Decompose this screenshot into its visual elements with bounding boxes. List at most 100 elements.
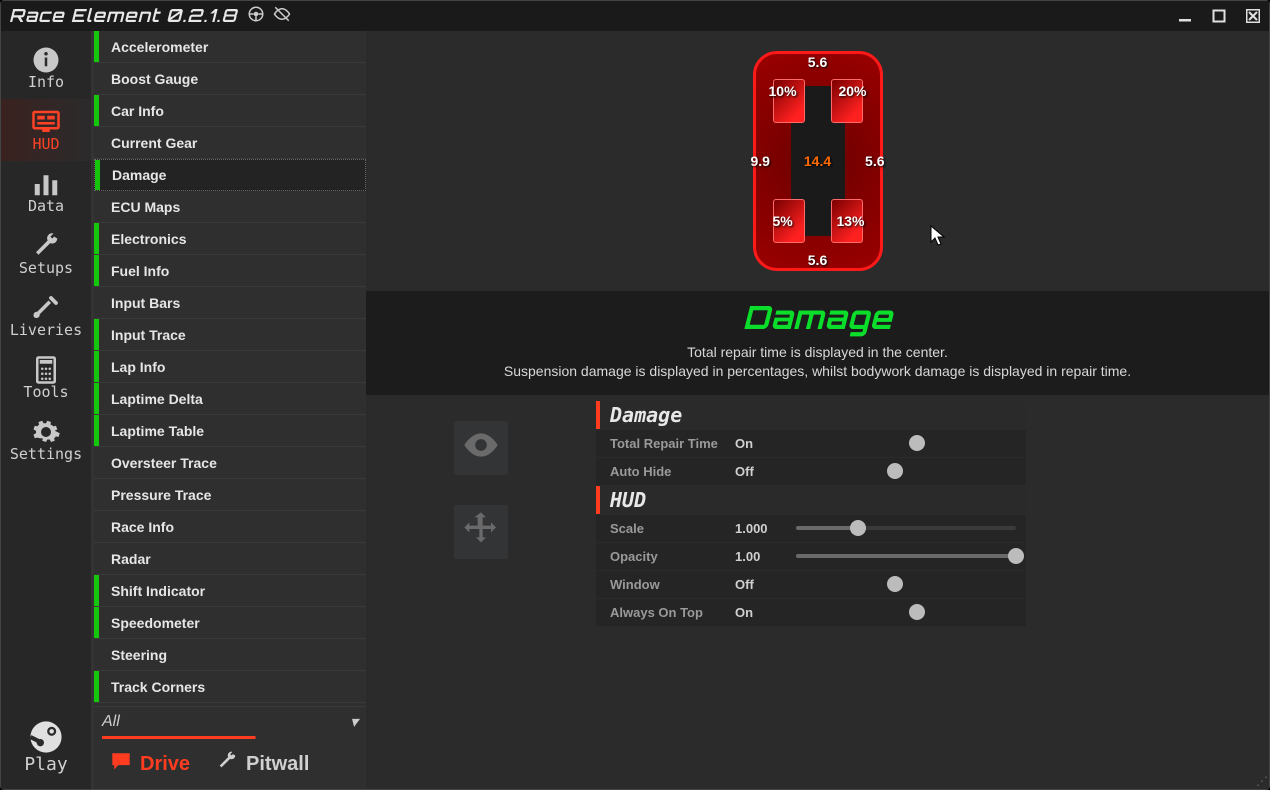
hud-list-item[interactable]: Race Info [94, 511, 366, 543]
left-body-damage: 9.9 [751, 153, 770, 169]
window-title: Race Element 0.2.1.8 [9, 5, 237, 27]
hud-item-label: Track Corners [111, 679, 205, 695]
config-value: 1.00 [735, 549, 790, 564]
hud-list-item[interactable]: Accelerometer [94, 31, 366, 63]
hud-list-item[interactable]: Pressure Trace [94, 479, 366, 511]
steering-wheel-icon[interactable] [247, 5, 265, 28]
hud-list-item[interactable]: Car Info [94, 95, 366, 127]
toggle-auto_hide[interactable] [796, 469, 1016, 473]
hud-item-label: Electronics [111, 231, 186, 247]
hud-item-label: Car Info [111, 103, 164, 119]
hud-list-item[interactable]: ECU Maps [94, 191, 366, 223]
hud-list-item[interactable]: Current Gear [94, 127, 366, 159]
nav-label: HUD [32, 135, 59, 153]
nav-item-settings[interactable]: Settings [1, 409, 91, 471]
hud-item-label: Input Trace [111, 327, 186, 343]
hud-list-item[interactable]: Oversteer Trace [94, 447, 366, 479]
tab-pitwall[interactable]: Pitwall [216, 750, 309, 778]
wrench-small-icon [216, 750, 238, 778]
config-row-total_repair_time: Total Repair TimeOn [596, 430, 1026, 457]
slider-opacity[interactable] [796, 554, 1016, 558]
rl-suspension: 5% [773, 213, 793, 229]
play-button[interactable]: Play [1, 710, 91, 789]
nav-label: Liveries [10, 321, 82, 339]
hud-item-label: Pressure Trace [111, 487, 211, 503]
toggle-window[interactable] [796, 582, 1016, 586]
nav-label: Tools [23, 383, 68, 401]
move-button[interactable] [454, 505, 508, 559]
hud-list-item[interactable]: Steering [94, 639, 366, 671]
hud-item-label: Speedometer [111, 615, 200, 631]
info-icon [31, 45, 61, 71]
hud-item-label: Boost Gauge [111, 71, 198, 87]
tab-drive[interactable]: Drive [110, 750, 190, 778]
front-body-damage: 5.6 [808, 54, 827, 70]
titlebar[interactable]: Race Element 0.2.1.8 [1, 1, 1269, 31]
nav-item-setups[interactable]: Setups [1, 223, 91, 285]
hud-list-item[interactable]: Laptime Table [94, 415, 366, 447]
config-value: Off [735, 464, 790, 479]
nav-item-hud[interactable]: HUD [1, 99, 91, 161]
bars-icon [31, 169, 61, 195]
brush-icon [31, 293, 61, 319]
filter-dropdown[interactable]: All ▾ [94, 706, 366, 736]
toggle-total_repair_time[interactable] [796, 441, 1016, 445]
config-label: Always On Top [610, 605, 735, 620]
config-label: Total Repair Time [610, 436, 735, 451]
nav-item-tools[interactable]: Tools [1, 347, 91, 409]
config-label: Opacity [610, 549, 735, 564]
toggle-always_on_top[interactable] [796, 610, 1016, 614]
hud-list-item[interactable]: Laptime Delta [94, 383, 366, 415]
visibility-toggle-button[interactable] [454, 421, 508, 475]
nav-rail: Info HUD Data Setups Liveries Tools [1, 31, 91, 789]
config-row-window: WindowOff [596, 571, 1026, 598]
hud-item-label: Race Info [111, 519, 174, 535]
nav-item-data[interactable]: Data [1, 161, 91, 223]
hud-list-item[interactable]: Damage [94, 159, 366, 191]
resize-grip[interactable]: ⋰ [1256, 774, 1268, 788]
config-row-opacity: Opacity1.00 [596, 543, 1026, 570]
hud-item-label: Lap Info [111, 359, 165, 375]
hud-item-label: Laptime Table [111, 423, 204, 439]
minimize-button[interactable] [1177, 8, 1193, 24]
hud-list-item[interactable]: Input Trace [94, 319, 366, 351]
hud-list-item[interactable]: Radar [94, 543, 366, 575]
config-value: On [735, 605, 790, 620]
nav-item-info[interactable]: Info [1, 37, 91, 99]
hud-item-label: Damage [112, 167, 166, 183]
hud-item-label: Shift Indicator [111, 583, 205, 599]
filter-value: All [102, 713, 120, 731]
hud-preview: 5.6 5.6 9.9 5.6 14.4 10% 20% 5% 13% [366, 31, 1269, 291]
hud-list-item[interactable]: Shift Indicator [94, 575, 366, 607]
description-title: Damage [366, 297, 1269, 337]
maximize-button[interactable] [1211, 8, 1227, 24]
visibility-off-icon[interactable] [273, 5, 291, 28]
config-panel: DamageTotal Repair TimeOnAuto HideOffHUD… [596, 401, 1026, 789]
hud-list[interactable]: Accelerometer Boost Gauge Car Info Current … [94, 31, 366, 706]
config-group-header: HUD [596, 486, 1026, 514]
config-row-always_on_top: Always On TopOn [596, 599, 1026, 626]
hud-list-item[interactable]: Lap Info [94, 351, 366, 383]
hud-item-label: Oversteer Trace [111, 455, 217, 471]
tab-label: Drive [140, 753, 190, 776]
close-button[interactable] [1245, 8, 1261, 24]
hud-list-item[interactable]: Input Bars [94, 287, 366, 319]
hud-list-item[interactable]: Fuel Info [94, 255, 366, 287]
hud-list-item[interactable]: Track Corners [94, 671, 366, 703]
nav-item-liveries[interactable]: Liveries [1, 285, 91, 347]
nav-label: Info [28, 73, 64, 91]
hud-list-item[interactable]: Boost Gauge [94, 63, 366, 95]
hud-item-label: ECU Maps [111, 199, 180, 215]
hud-item-label: Fuel Info [111, 263, 169, 279]
play-label: Play [24, 754, 67, 775]
config-row-auto_hide: Auto HideOff [596, 458, 1026, 485]
slider-scale[interactable] [796, 526, 1016, 530]
hud-list-item[interactable]: Speedometer [94, 607, 366, 639]
config-value: 1.000 [735, 521, 790, 536]
nav-label: Settings [10, 445, 82, 463]
config-group-title: Damage [610, 403, 682, 427]
hud-item-label: Accelerometer [111, 39, 208, 55]
hud-list-item[interactable]: Electronics [94, 223, 366, 255]
config-value: Off [735, 577, 790, 592]
hud-item-label: Radar [111, 551, 151, 567]
